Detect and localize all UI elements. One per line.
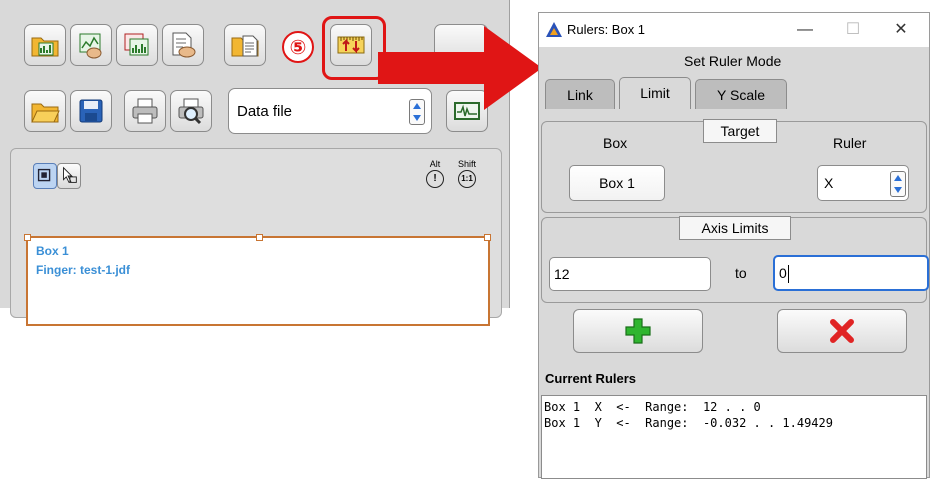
print-preview-icon [178, 98, 204, 125]
list-item[interactable]: Box 1 X <- Range: 12 . . 0 [544, 400, 761, 414]
hand-chart-button[interactable] [70, 24, 112, 66]
red-x-icon [830, 319, 854, 343]
ruler-column-header: Ruler [833, 135, 867, 151]
finger-label: Finger: test-1.jdf [36, 263, 131, 277]
ruler-axis-value: X [824, 175, 834, 191]
exclamation-icon: ! [426, 170, 444, 188]
resize-handle[interactable] [484, 234, 491, 241]
close-button[interactable]: ✕ [881, 18, 921, 42]
resize-handle[interactable] [256, 234, 263, 241]
alt-modifier-indicator[interactable]: Alt ! [423, 159, 447, 188]
folder-chart-icon [31, 37, 59, 57]
box-label: Box 1 [36, 244, 69, 258]
tab-y-scale[interactable]: Y Scale [695, 79, 787, 109]
pointer-tool-button[interactable] [57, 163, 81, 189]
box-value-field[interactable]: Box 1 [569, 165, 665, 201]
folder-document-icon [231, 35, 259, 57]
floppy-disk-icon [79, 99, 103, 123]
red-arrow-annotation [378, 26, 542, 110]
plus-icon [625, 318, 651, 344]
dialog-titlebar[interactable]: Rulers: Box 1 — ☐ ✕ [539, 13, 929, 47]
box-column-header: Box [603, 135, 628, 151]
step-marker: ⑤ [282, 31, 314, 63]
open-folder-button[interactable] [24, 90, 66, 132]
target-legend: Target [703, 119, 777, 143]
printer-icon [132, 98, 158, 124]
open-folder-icon [31, 103, 60, 123]
tab-limit[interactable]: Limit [619, 77, 691, 109]
save-button[interactable] [70, 90, 112, 132]
set-ruler-mode-heading: Set Ruler Mode [684, 53, 782, 69]
shift-modifier-indicator[interactable]: Shift 1:1 [455, 159, 479, 188]
app-logo-icon [546, 22, 562, 37]
minimize-button[interactable]: — [785, 18, 825, 42]
ruler-spinner-icon[interactable] [890, 171, 906, 197]
open-document-button[interactable] [224, 24, 266, 66]
ruler-axis-select[interactable]: X [817, 165, 909, 201]
hand-document-icon [172, 32, 196, 58]
to-label: to [735, 265, 747, 281]
stacked-chart-icon [124, 33, 149, 56]
one-to-one-icon: 1:1 [458, 170, 476, 188]
current-rulers-heading: Current Rulers [545, 371, 637, 386]
print-preview-button[interactable] [170, 90, 212, 132]
axis-from-input[interactable]: 12 [549, 257, 711, 291]
select-box-icon [37, 168, 51, 182]
stacked-chart-button[interactable] [116, 24, 158, 66]
select-box-tool-button[interactable] [33, 163, 57, 189]
list-item[interactable]: Box 1 Y <- Range: -0.032 . . 1.49429 [544, 416, 833, 430]
print-button[interactable] [124, 90, 166, 132]
pointer-cursor-icon [63, 166, 77, 184]
shift-label: Shift [457, 159, 476, 169]
text-cursor [787, 265, 789, 284]
maximize-button[interactable]: ☐ [833, 18, 873, 42]
axis-to-value: 0 [779, 265, 787, 281]
current-rulers-list[interactable]: Box 1 X <- Range: 12 . . 0 Box 1 Y <- Ra… [541, 395, 927, 479]
add-ruler-button[interactable] [573, 309, 703, 353]
data-file-select-value: Data file [237, 103, 293, 120]
hand-document-button[interactable] [162, 24, 204, 66]
resize-handle[interactable] [24, 234, 31, 241]
figure-box[interactable]: Box 1 Finger: test-1.jdf [24, 234, 491, 326]
tab-link[interactable]: Link [545, 79, 615, 109]
open-spectrum-button[interactable] [24, 24, 66, 66]
alt-label: Alt [429, 159, 441, 169]
dialog-title: Rulers: Box 1 [567, 22, 646, 37]
hand-chart-icon [79, 33, 102, 59]
axis-to-input[interactable]: 0 [773, 255, 929, 291]
axis-limits-legend: Axis Limits [679, 216, 791, 240]
rulers-dialog: Rulers: Box 1 — ☐ ✕ Set Ruler Mode Link … [538, 12, 930, 479]
delete-ruler-button[interactable] [777, 309, 907, 353]
